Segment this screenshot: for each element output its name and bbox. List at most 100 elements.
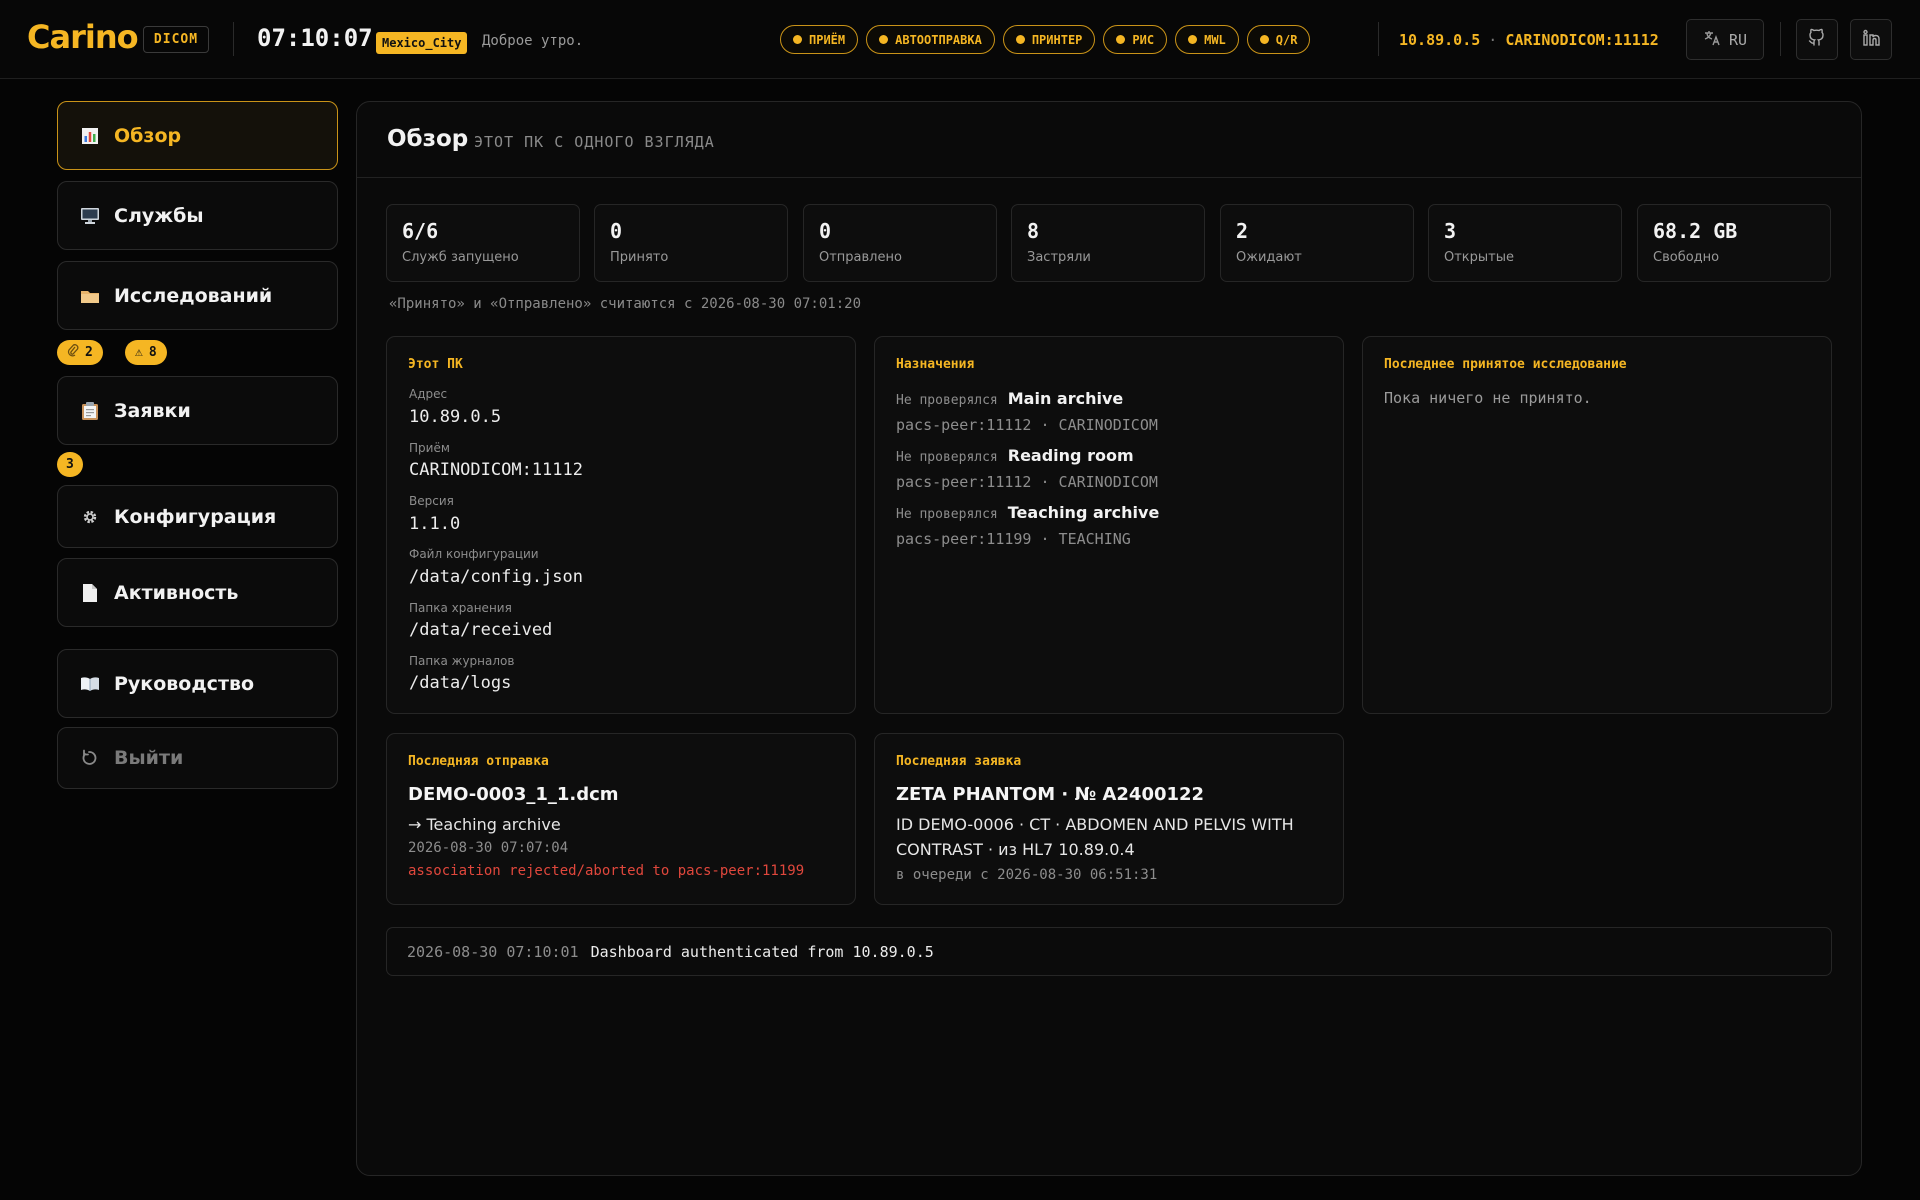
- stat-open[interactable]: 3 Открытые: [1428, 204, 1622, 282]
- last-order-card: Последняя заявка ZETA PHANTOM · № A24001…: [874, 733, 1344, 905]
- stat-value: 0: [819, 219, 832, 243]
- version-label: Версия: [409, 494, 454, 508]
- receive-label: Приём: [409, 441, 450, 455]
- service-pill-printer[interactable]: ПРИНТЕР: [1002, 25, 1096, 54]
- book-icon: [80, 674, 100, 694]
- service-pill-autosend[interactable]: АВТООТПРАВКА: [866, 25, 995, 54]
- gear-icon: [80, 507, 100, 527]
- folder-icon: [80, 286, 100, 306]
- card-title: Этот ПК: [408, 357, 463, 372]
- card-title: Последняя заявка: [896, 754, 1022, 769]
- divider: [1780, 22, 1781, 56]
- language-switcher[interactable]: RU: [1686, 19, 1764, 60]
- warning-icon: ⚠: [135, 345, 143, 360]
- counters-note: «Принято» и «Отправлено» считаются с 202…: [389, 296, 862, 312]
- greeting: Доброе утро.: [482, 33, 584, 49]
- address-value: 10.89.0.5: [409, 407, 502, 427]
- logout-icon: [80, 748, 100, 768]
- card-title: Последняя отправка: [408, 754, 549, 769]
- orders-count-badge[interactable]: 3: [57, 452, 83, 477]
- stat-value: 0: [610, 219, 623, 243]
- stat-value: 6/6: [402, 219, 439, 243]
- stat-services-running[interactable]: 6/6 Служб запущено: [386, 204, 580, 282]
- version-value: 1.1.0: [409, 514, 461, 534]
- stat-pending[interactable]: 2 Ожидают: [1220, 204, 1414, 282]
- status-dot-icon: [1188, 35, 1198, 44]
- ae-port: CARINODICOM:11112: [1505, 31, 1659, 49]
- stat-value: 68.2 GB: [1653, 219, 1738, 243]
- order-details-line-1: ID DEMO-0006 · CT · ABDOMEN AND PELVIS W…: [896, 815, 1294, 834]
- linkedin-button[interactable]: [1850, 19, 1892, 60]
- status-dot-icon: [1116, 35, 1126, 44]
- last-received-card: Последнее принятое исследование Пока нич…: [1362, 336, 1832, 714]
- service-pill-mwl[interactable]: MWL: [1175, 25, 1239, 54]
- sidebar-item-studies[interactable]: Исследований: [57, 261, 338, 330]
- config-file-value: /data/config.json: [409, 567, 583, 587]
- latest-log-entry[interactable]: 2026-08-30 07:10:01 Dashboard authentica…: [386, 927, 1832, 976]
- empty-state: Пока ничего не принято.: [1384, 389, 1592, 407]
- stat-label: Открытые: [1444, 250, 1515, 265]
- order-details-line-2: CONTRAST · из HL7 10.89.0.4: [896, 840, 1135, 859]
- destinations-card: Назначения Не проверялся Main archive pac…: [874, 336, 1344, 714]
- destination-status: Не проверялся: [896, 450, 998, 465]
- sidebar-item-overview[interactable]: Обзор: [57, 101, 338, 170]
- destination-peer: pacs-peer:11112 · CARINODICOM: [896, 416, 1158, 434]
- destination-item[interactable]: Не проверялся Main archive pacs-peer:1111…: [896, 389, 1158, 434]
- stat-sent[interactable]: 0 Отправлено: [803, 204, 997, 282]
- sidebar-item-orders[interactable]: Заявки: [57, 376, 338, 445]
- sidebar-item-activity[interactable]: Активность: [57, 558, 338, 627]
- log-message: Dashboard authenticated from 10.89.0.5: [590, 942, 934, 961]
- sidebar-item-services[interactable]: Службы: [57, 181, 338, 250]
- destination-name: Main archive: [1007, 389, 1124, 408]
- destination-status: Не проверялся: [896, 507, 998, 522]
- log-timestamp: 2026-08-30 07:10:01: [407, 942, 579, 961]
- document-icon: [80, 583, 100, 603]
- app-logo[interactable]: Carino: [27, 18, 139, 56]
- address-label: Адрес: [409, 387, 448, 401]
- github-button[interactable]: [1796, 19, 1838, 60]
- studies-attachments-badge[interactable]: 2: [57, 340, 103, 365]
- studies-warnings-badge[interactable]: ⚠ 8: [125, 340, 167, 365]
- sidebar-item-guide[interactable]: Руководство: [57, 649, 338, 718]
- storage-folder-value: /data/received: [409, 620, 553, 640]
- logs-folder-label: Папка журналов: [409, 654, 515, 668]
- destination-peer: pacs-peer:11199 · TEACHING: [896, 530, 1131, 548]
- destination-name: Reading room: [1007, 446, 1134, 465]
- stat-label: Служб запущено: [402, 250, 519, 265]
- stat-label: Отправлено: [819, 250, 902, 265]
- clipboard-icon: [80, 401, 100, 421]
- sidebar-item-logout[interactable]: Выйти: [57, 727, 338, 789]
- storage-folder-label: Папка хранения: [409, 601, 512, 615]
- this-pc-card: Этот ПК Адрес 10.89.0.5 Приём CARINODICO…: [386, 336, 856, 714]
- stat-label: Свободно: [1653, 250, 1720, 265]
- destination-item[interactable]: Не проверялся Reading room pacs-peer:1111…: [896, 446, 1158, 491]
- service-status-pills: ПРИЁМ АВТООТПРАВКА ПРИНТЕР РИС MWL Q/R: [780, 25, 1311, 54]
- service-pill-qr[interactable]: Q/R: [1246, 25, 1311, 54]
- destination-item[interactable]: Не проверялся Teaching archive pacs-peer:…: [896, 503, 1159, 548]
- stat-free-space[interactable]: 68.2 GB Свободно: [1637, 204, 1831, 282]
- service-pill-receive[interactable]: ПРИЁМ: [780, 25, 859, 54]
- stat-stuck[interactable]: 8 Застряли: [1011, 204, 1205, 282]
- sent-time: 2026-08-30 07:07:04: [408, 840, 569, 856]
- stat-received[interactable]: 0 Принято: [594, 204, 788, 282]
- destination-peer: pacs-peer:11112 · CARINODICOM: [896, 473, 1158, 491]
- send-error: association rejected/aborted to pacs-pee…: [408, 863, 805, 879]
- linkedin-icon: [1861, 28, 1881, 52]
- stat-value: 3: [1444, 219, 1457, 243]
- destination-name: Teaching archive: [1007, 503, 1160, 522]
- stat-label: Ожидают: [1236, 250, 1302, 265]
- status-dot-icon: [793, 35, 802, 44]
- sent-file-name[interactable]: DEMO-0003_1_1.dcm: [408, 784, 619, 805]
- stat-label: Принято: [610, 250, 669, 265]
- dicom-badge: DICOM: [143, 26, 209, 53]
- order-patient[interactable]: ZETA PHANTOM · № A2400122: [896, 784, 1204, 805]
- separator: ·: [1488, 31, 1498, 49]
- stat-label: Застряли: [1027, 250, 1091, 265]
- page-title: Обзор: [387, 126, 469, 152]
- service-pill-ris[interactable]: РИС: [1103, 25, 1168, 54]
- sidebar-item-configuration[interactable]: Конфигурация: [57, 485, 338, 548]
- host-address: 10.89.0.5 · CARINODICOM:11112: [1399, 31, 1659, 49]
- destination-status: Не проверялся: [896, 393, 998, 408]
- translate-icon: [1703, 29, 1721, 51]
- config-file-label: Файл конфигурации: [409, 547, 539, 561]
